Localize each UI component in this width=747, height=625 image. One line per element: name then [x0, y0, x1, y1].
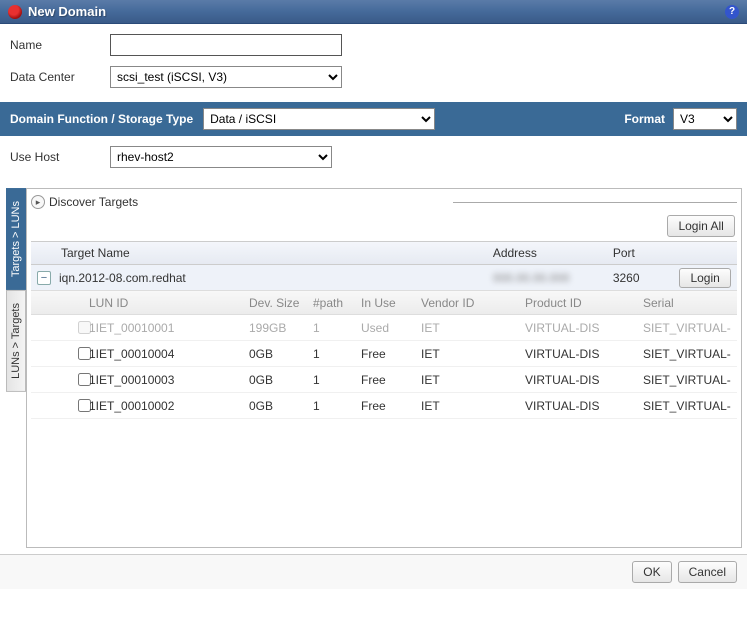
target-name: iqn.2012-08.com.redhat: [59, 271, 493, 285]
lun-product: VIRTUAL-DIS: [525, 373, 643, 387]
target-row[interactable]: − iqn.2012-08.com.redhat 000.00.00.000 3…: [31, 265, 737, 291]
lun-path: 1: [313, 321, 361, 335]
lun-serial: SIET_VIRTUAL-: [643, 399, 737, 413]
lun-header-row: LUN ID Dev. Size #path In Use Vendor ID …: [31, 291, 737, 315]
cancel-button[interactable]: Cancel: [678, 561, 737, 583]
storage-type-select[interactable]: Data / iSCSI: [203, 108, 435, 130]
lun-size: 0GB: [249, 399, 313, 413]
target-header-row: Target Name Address Port: [31, 241, 737, 265]
app-icon: [8, 5, 22, 19]
lun-id: 1IET_00010002: [89, 399, 249, 413]
datacenter-label: Data Center: [10, 70, 110, 84]
col-product: Product ID: [525, 296, 643, 310]
lun-row[interactable]: 1IET_000100040GB1FreeIETVIRTUAL-DISSIET_…: [31, 341, 737, 367]
lun-row[interactable]: 1IET_000100030GB1FreeIETVIRTUAL-DISSIET_…: [31, 367, 737, 393]
tab-targets-luns[interactable]: Targets > LUNs: [6, 188, 26, 290]
domain-function-label: Domain Function / Storage Type: [10, 112, 193, 126]
window-title: New Domain: [28, 4, 725, 19]
help-icon[interactable]: ?: [725, 5, 739, 19]
name-label: Name: [10, 38, 110, 52]
targets-grid: Target Name Address Port − iqn.2012-08.c…: [31, 241, 737, 419]
lun-vendor: IET: [421, 373, 525, 387]
col-lun-id: LUN ID: [89, 296, 249, 310]
col-target-name: Target Name: [61, 246, 493, 260]
format-select[interactable]: V3: [673, 108, 737, 130]
col-vendor: Vendor ID: [421, 296, 525, 310]
lun-in-use: Free: [361, 347, 421, 361]
lun-path: 1: [313, 399, 361, 413]
lun-size: 199GB: [249, 321, 313, 335]
lun-in-use: Free: [361, 399, 421, 413]
storage-type-bar: Domain Function / Storage Type Data / iS…: [0, 102, 747, 136]
lun-product: VIRTUAL-DIS: [525, 321, 643, 335]
lun-id: 1IET_00010001: [89, 321, 249, 335]
tab-luns-targets[interactable]: LUNs > Targets: [6, 290, 26, 392]
name-input[interactable]: [110, 34, 342, 56]
col-serial: Serial: [643, 296, 737, 310]
discover-targets-label: Discover Targets: [49, 195, 333, 209]
titlebar: New Domain ?: [0, 0, 747, 24]
collapse-target-icon[interactable]: −: [37, 271, 51, 285]
lun-serial: SIET_VIRTUAL-: [643, 321, 737, 335]
use-host-label: Use Host: [10, 150, 110, 164]
lun-size: 0GB: [249, 373, 313, 387]
ok-button[interactable]: OK: [632, 561, 671, 583]
lun-path: 1: [313, 373, 361, 387]
lun-path: 1: [313, 347, 361, 361]
lun-id: 1IET_00010004: [89, 347, 249, 361]
target-port: 3260: [613, 271, 673, 285]
expand-discover-icon[interactable]: ▸: [31, 195, 45, 209]
lun-product: VIRTUAL-DIS: [525, 399, 643, 413]
datacenter-select[interactable]: scsi_test (iSCSI, V3): [110, 66, 342, 88]
use-host-select[interactable]: rhev-host2: [110, 146, 332, 168]
top-form: Name Data Center scsi_test (iSCSI, V3): [0, 24, 747, 102]
lun-serial: SIET_VIRTUAL-: [643, 347, 737, 361]
col-path: #path: [313, 296, 361, 310]
format-label: Format: [624, 112, 665, 126]
lun-row[interactable]: 1IET_000100020GB1FreeIETVIRTUAL-DISSIET_…: [31, 393, 737, 419]
login-all-button[interactable]: Login All: [667, 215, 734, 237]
lun-vendor: IET: [421, 321, 525, 335]
col-dev-size: Dev. Size: [249, 296, 313, 310]
col-in-use: In Use: [361, 296, 421, 310]
login-button[interactable]: Login: [679, 268, 730, 288]
dialog-footer: OK Cancel: [0, 554, 747, 589]
lun-row[interactable]: 1IET_00010001199GB1UsedIETVIRTUAL-DISSIE…: [31, 315, 737, 341]
lun-serial: SIET_VIRTUAL-: [643, 373, 737, 387]
lun-vendor: IET: [421, 399, 525, 413]
target-address: 000.00.00.000: [493, 271, 613, 285]
lun-in-use: Used: [361, 321, 421, 335]
targets-pane: ▸ Discover Targets Login All Target Name…: [26, 188, 742, 548]
lun-product: VIRTUAL-DIS: [525, 347, 643, 361]
lun-in-use: Free: [361, 373, 421, 387]
col-address: Address: [493, 246, 613, 260]
col-port: Port: [613, 246, 673, 260]
divider: [453, 202, 737, 203]
vertical-tabs: Targets > LUNs LUNs > Targets: [6, 188, 26, 548]
lun-id: 1IET_00010003: [89, 373, 249, 387]
lun-size: 0GB: [249, 347, 313, 361]
lun-vendor: IET: [421, 347, 525, 361]
